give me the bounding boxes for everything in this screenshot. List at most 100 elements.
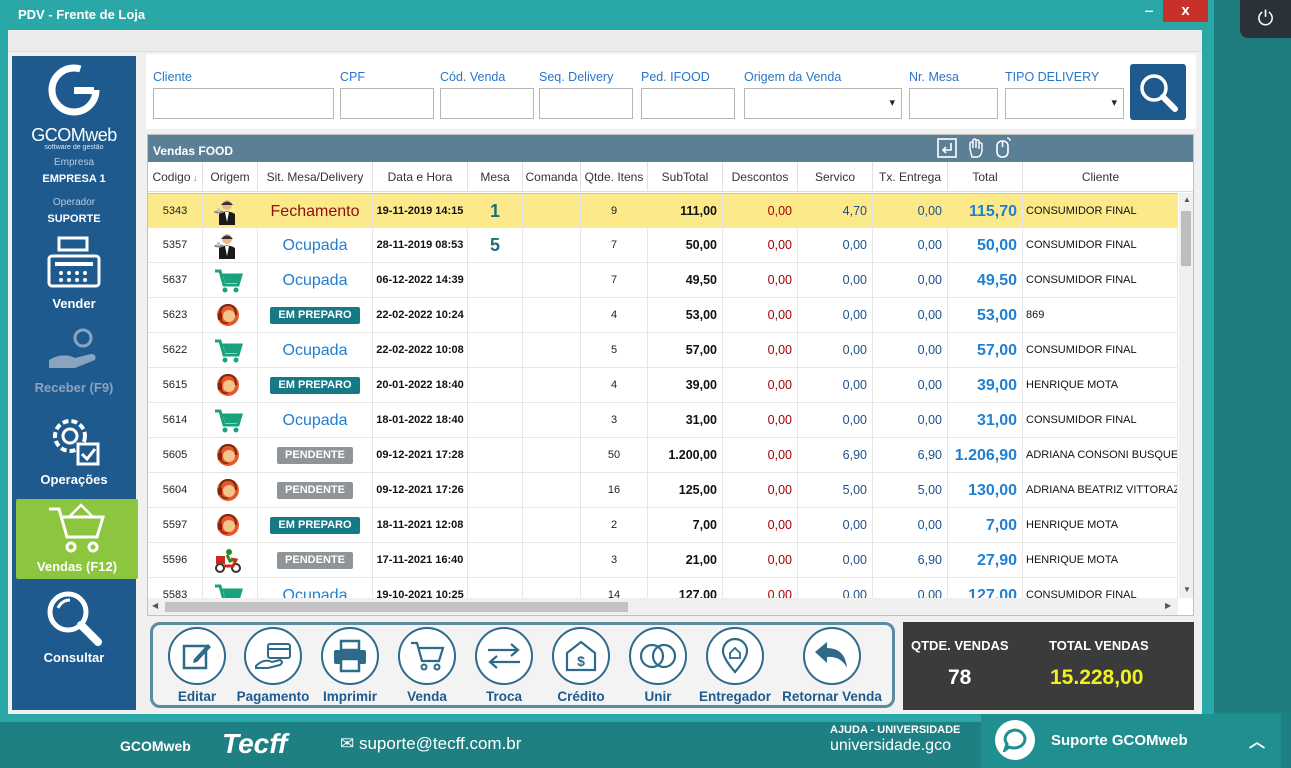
- col-subtotal[interactable]: SubTotal: [648, 162, 723, 192]
- table-row[interactable]: 5343 Fechamento 19-11-2019 14:15 1 9 111,00 0,…: [148, 193, 1178, 229]
- pagamento-button[interactable]: Pagamento: [233, 627, 313, 704]
- cliente-input[interactable]: [153, 88, 334, 119]
- credito-button[interactable]: $ Crédito: [541, 627, 621, 704]
- nr-mesa-input[interactable]: [909, 88, 998, 119]
- cell-cliente: HENRIQUE MOTA: [1023, 543, 1178, 578]
- sidebar-button-label: Vendas (F12): [36, 559, 118, 574]
- retornar-venda-button[interactable]: Retornar Venda: [777, 627, 887, 704]
- cell-mesa: 1: [468, 194, 523, 229]
- merge-icon: [639, 643, 677, 669]
- scroll-left-icon[interactable]: ◀: [152, 601, 158, 610]
- venda-button[interactable]: Venda: [387, 627, 467, 704]
- cell-serv: 0,00: [798, 508, 873, 543]
- scroll-down-icon[interactable]: ▼: [1183, 585, 1191, 594]
- cell-subtotal: 7,00: [648, 508, 723, 543]
- col-cliente[interactable]: Cliente: [1023, 162, 1178, 192]
- table-row[interactable]: 5614 Ocupada 18-01-2022 18:40 3 31,00 0,00 0,0…: [148, 403, 1178, 438]
- sidebar-button-consultar[interactable]: Consultar: [12, 588, 136, 666]
- col-servico[interactable]: Servico: [798, 162, 873, 192]
- cod-venda-input[interactable]: [440, 88, 534, 119]
- chevron-up-icon[interactable]: ︿: [1249, 728, 1265, 752]
- col-total[interactable]: Total: [948, 162, 1023, 192]
- cell-qtde: 7: [581, 228, 648, 263]
- cell-total: 39,00: [948, 368, 1023, 403]
- scroll-right-icon[interactable]: ▶: [1165, 601, 1171, 610]
- support-widget[interactable]: Suporte GCOMweb ︿: [981, 714, 1281, 768]
- cell-total: 57,00: [948, 333, 1023, 368]
- grid-header: Codigo ↓ Origem Sit. Mesa/Delivery Data …: [148, 162, 1193, 192]
- entregador-button[interactable]: Entregador: [695, 627, 775, 704]
- cpf-input[interactable]: [340, 88, 434, 119]
- horizontal-scroll-thumb[interactable]: [165, 602, 628, 612]
- vertical-scroll-thumb[interactable]: [1181, 211, 1191, 266]
- col-situacao[interactable]: Sit. Mesa/Delivery: [258, 162, 373, 192]
- cell-total: 7,00: [948, 508, 1023, 543]
- cell-cliente: 869: [1023, 298, 1178, 333]
- grid-toolbar: [936, 137, 1014, 159]
- close-button[interactable]: x: [1163, 0, 1208, 22]
- search-icon: [1140, 74, 1178, 112]
- enter-icon[interactable]: [936, 137, 958, 159]
- touch-hand-icon[interactable]: [964, 137, 986, 159]
- shopping-cart-origin-icon: [215, 584, 243, 598]
- cell-total: 127,00: [948, 578, 1023, 598]
- table-row[interactable]: 5623 EM PREPARO 22-02-2022 10:24 4 53,00 0,00…: [148, 298, 1178, 333]
- table-row[interactable]: 5597 EM PREPARO 18-11-2021 12:08 2 7,00 0,00 0…: [148, 508, 1178, 543]
- cell-status: Ocupada: [258, 333, 373, 368]
- editar-button[interactable]: Editar: [157, 627, 237, 704]
- cell-status: PENDENTE: [258, 473, 373, 508]
- col-codigo[interactable]: Codigo ↓: [148, 162, 203, 192]
- table-row[interactable]: 5605 PENDENTE 09-12-2021 17:28 50 1.200,00 0,…: [148, 438, 1178, 473]
- sidebar-button-vendas[interactable]: Vendas (F12): [16, 499, 138, 579]
- vertical-scrollbar[interactable]: ▲ ▼: [1179, 193, 1193, 598]
- imprimir-button[interactable]: Imprimir: [310, 627, 390, 704]
- cell-serv: 0,00: [798, 578, 873, 598]
- tipo-delivery-label: TIPO DELIVERY: [1005, 70, 1100, 84]
- power-button[interactable]: ⏻: [1240, 0, 1291, 38]
- action-label: Troca: [485, 689, 523, 704]
- col-origem[interactable]: Origem: [203, 162, 258, 192]
- cell-cliente: CONSUMIDOR FINAL: [1023, 403, 1178, 438]
- sidebar-button-receber[interactable]: Receber (F9): [12, 326, 136, 404]
- origem-venda-select[interactable]: [744, 88, 902, 119]
- col-tx-entrega[interactable]: Tx. Entrega: [873, 162, 948, 192]
- action-label: Editar: [177, 689, 217, 704]
- ped-ifood-input[interactable]: [641, 88, 735, 119]
- shopping-cart-origin-icon: [215, 269, 243, 293]
- sidebar-button-operacoes[interactable]: Operações: [12, 412, 136, 490]
- cell-origem: [203, 228, 258, 263]
- col-mesa[interactable]: Mesa: [468, 162, 523, 192]
- mouse-icon[interactable]: [992, 137, 1014, 159]
- cell-subtotal: 127,00: [648, 578, 723, 598]
- col-comanda[interactable]: Comanda: [523, 162, 581, 192]
- sales-grid: Vendas FOOD Codigo ↓ Origem Sit. Mesa/De…: [147, 134, 1194, 616]
- table-row[interactable]: 5596 PENDENTE 17-11-2021 16:40 3 21,00 0,00 0,…: [148, 543, 1178, 578]
- cell-desc: 0,00: [723, 438, 798, 473]
- search-button[interactable]: [1130, 64, 1186, 120]
- sidebar: GCOMweb software de gestão Empresa EMPRE…: [12, 56, 138, 710]
- unir-button[interactable]: Unir: [618, 627, 698, 704]
- table-row[interactable]: 5615 EM PREPARO 20-01-2022 18:40 4 39,00 0,00…: [148, 368, 1178, 403]
- sidebar-button-vender[interactable]: Vender: [12, 236, 136, 314]
- minimize-button[interactable]: ‒: [1142, 2, 1156, 22]
- table-row[interactable]: 5357 Ocupada 28-11-2019 08:53 5 7 50,00 0,00 0,…: [148, 228, 1178, 263]
- table-row[interactable]: 5622 Ocupada 22-02-2022 10:08 5 57,00 0,00 0,0…: [148, 333, 1178, 368]
- cell-comanda: [523, 194, 581, 229]
- cell-data: 28-11-2019 08:53: [373, 228, 468, 263]
- col-data[interactable]: Data e Hora: [373, 162, 468, 192]
- seq-delivery-input[interactable]: [539, 88, 633, 119]
- col-qtde[interactable]: Qtde. Itens: [581, 162, 648, 192]
- table-row[interactable]: 5604 PENDENTE 09-12-2021 17:26 16 125,00 0,00…: [148, 473, 1178, 508]
- scroll-up-icon[interactable]: ▲: [1183, 195, 1191, 204]
- table-row[interactable]: 5637 Ocupada 06-12-2022 14:39 7 49,50 0,00 0,0…: [148, 263, 1178, 298]
- cell-cliente: CONSUMIDOR FINAL: [1023, 263, 1178, 298]
- cell-desc: 0,00: [723, 368, 798, 403]
- cell-cliente: CONSUMIDOR FINAL: [1023, 228, 1178, 263]
- tipo-delivery-select[interactable]: [1005, 88, 1124, 119]
- cell-desc: 0,00: [723, 228, 798, 263]
- cell-qtde: 2: [581, 508, 648, 543]
- col-descontos[interactable]: Descontos: [723, 162, 798, 192]
- horizontal-scrollbar[interactable]: ◀ ▶: [148, 598, 1178, 615]
- table-row[interactable]: 5583 Ocupada 19-10-2021 10:25 14 127,00 0,00 0…: [148, 578, 1178, 598]
- troca-button[interactable]: Troca: [464, 627, 544, 704]
